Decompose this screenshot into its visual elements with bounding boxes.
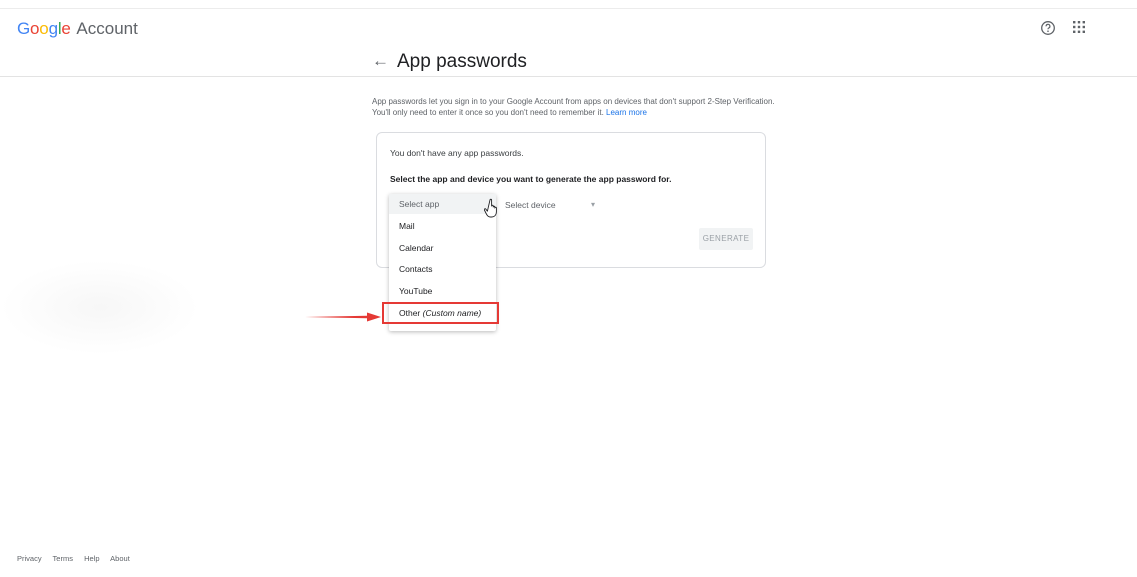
no-passwords-message: You don't have any app passwords. bbox=[390, 148, 524, 158]
page-title: App passwords bbox=[397, 51, 527, 72]
google-wordmark: Google bbox=[17, 19, 71, 38]
footer-link-about[interactable]: About bbox=[110, 554, 130, 563]
menu-item-contacts[interactable]: Contacts bbox=[399, 264, 433, 275]
chevron-down-icon[interactable]: ▾ bbox=[591, 199, 595, 210]
top-divider bbox=[0, 8, 1137, 9]
help-circle-icon[interactable] bbox=[1040, 20, 1056, 36]
select-instruction: Select the app and device you want to ge… bbox=[390, 174, 672, 184]
generate-button[interactable]: GENERATE bbox=[699, 228, 753, 250]
account-wordmark: Account bbox=[76, 19, 138, 38]
menu-item-mail[interactable]: Mail bbox=[399, 221, 415, 232]
background-smudge bbox=[0, 260, 200, 355]
learn-more-link[interactable]: Learn more bbox=[606, 108, 647, 117]
apps-grid-icon[interactable] bbox=[1072, 20, 1086, 34]
select-device-dropdown[interactable]: Select device bbox=[505, 200, 556, 211]
footer-links: Privacy Terms Help About bbox=[17, 554, 139, 564]
footer-link-terms[interactable]: Terms bbox=[53, 554, 73, 563]
annotation-highlight-box bbox=[382, 302, 499, 324]
footer-link-help[interactable]: Help bbox=[84, 554, 99, 563]
top-app-bar: Google Account ← App passwords bbox=[0, 0, 1137, 77]
google-account-logo[interactable]: Google Account bbox=[17, 19, 138, 39]
page-description: App passwords let you sign in to your Go… bbox=[372, 96, 782, 118]
annotation-arrow-icon bbox=[305, 312, 381, 322]
description-text: App passwords let you sign in to your Go… bbox=[372, 97, 775, 117]
menu-item-youtube[interactable]: YouTube bbox=[399, 286, 432, 297]
hand-pointer-icon bbox=[484, 198, 497, 218]
menu-item-calendar[interactable]: Calendar bbox=[399, 243, 434, 254]
back-arrow-icon[interactable]: ← bbox=[372, 51, 389, 71]
select-app-label: Select app bbox=[399, 199, 440, 209]
footer-link-privacy[interactable]: Privacy bbox=[17, 554, 42, 563]
